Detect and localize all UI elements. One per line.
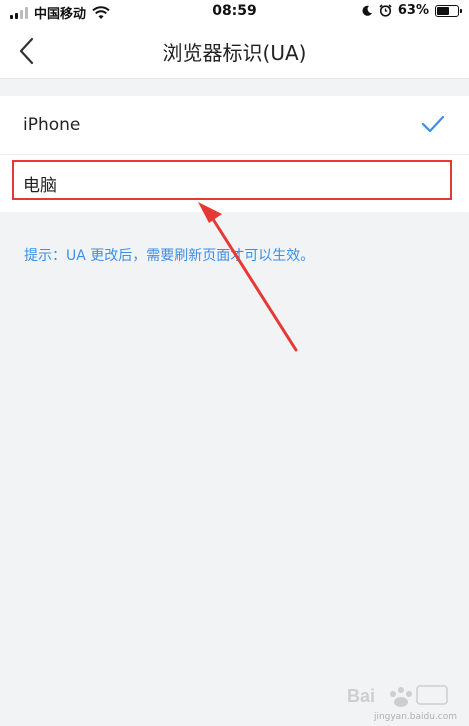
status-bar: 中国移动 08:59 63% — [0, 0, 469, 24]
status-right: 63% — [361, 3, 462, 18]
moon-icon — [362, 5, 372, 16]
nav-bar: 浏览器标识(UA) — [0, 24, 469, 79]
battery-fill — [437, 6, 449, 15]
watermark-url: jingyan.baidu.com — [373, 712, 457, 722]
option-iphone[interactable]: iPhone — [0, 96, 469, 154]
ua-option-list: iPhone 电脑 — [0, 96, 469, 212]
option-label: iPhone — [23, 115, 81, 135]
alarm-icon — [379, 4, 392, 17]
battery-icon — [435, 4, 462, 17]
check-icon — [421, 115, 445, 133]
page-title: 浏览器标识(UA) — [162, 41, 307, 65]
option-label: 电脑 — [23, 176, 57, 196]
battery-percent: 63% — [397, 3, 429, 18]
option-desktop[interactable]: 电脑 — [0, 154, 469, 212]
tip-text: 提示：UA 更改后，需要刷新页面才可以生效。 — [24, 248, 315, 264]
svg-text:Bai: Bai — [347, 686, 375, 706]
